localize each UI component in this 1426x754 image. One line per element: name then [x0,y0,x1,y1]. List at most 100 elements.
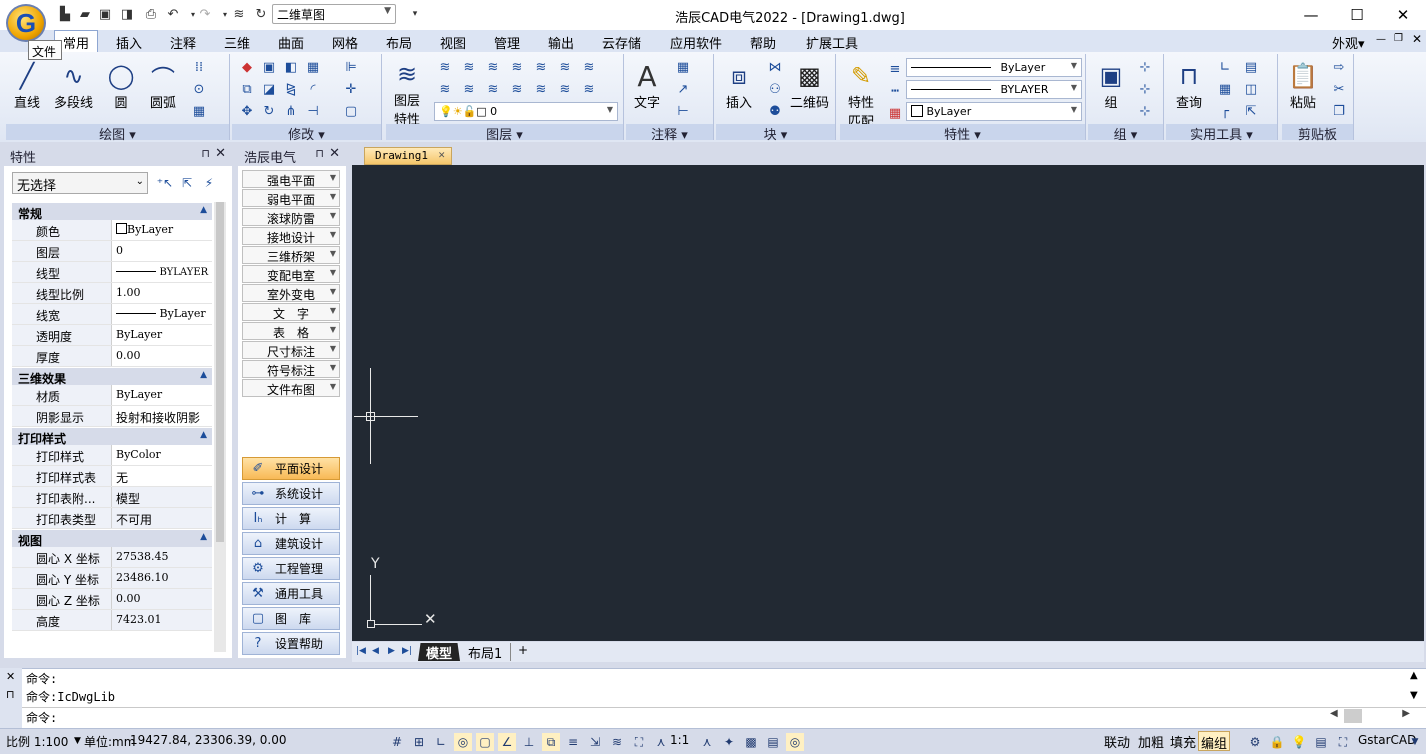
list-icon[interactable]: ▤ [1242,58,1260,76]
prop-row[interactable]: 圆心 Y 坐标 23486.10 [12,568,212,589]
layer-properties-button[interactable]: ≋ 图层 特性 [392,58,422,128]
status-btn-bold[interactable]: 加粗 [1136,731,1166,751]
prop-row[interactable]: 打印样式表无 [12,466,212,487]
match-properties-button[interactable]: ✎ 特性 匹配 [846,60,876,130]
block-group-label[interactable]: 块 ▾ [716,124,835,143]
save-icon[interactable]: ▣ [96,5,114,23]
lock-icon[interactable]: 🔒 [1268,733,1286,751]
color-select[interactable]: ByLayer ▼ [906,102,1082,121]
elec-item[interactable]: 变配电室 ▼ [242,265,340,283]
mirror-icon[interactable]: ⧎ [282,80,300,98]
grid-snap-icon[interactable]: # [388,733,406,751]
scale-readout[interactable]: 比例 1:100 [6,733,68,750]
arc-button[interactable]: ⌒ 圆弧 [148,60,178,112]
status-btn-link[interactable]: 联动 [1102,731,1132,751]
prop-row[interactable]: 打印样式 ByColor [12,445,212,466]
prop-row[interactable]: 圆心 X 坐标 27538.45 [12,547,212,568]
status-btn-group[interactable]: 编组 [1198,731,1231,752]
ungroup-icon[interactable]: ⊹ [1136,58,1154,76]
select-objects-icon[interactable]: ⇱ [178,174,196,192]
new-file-icon[interactable]: ▙ [56,5,74,23]
annotation-monitor-icon[interactable]: ⛶ [630,733,648,751]
ortho-icon[interactable]: ∟ [432,733,450,751]
section-3d-effects[interactable]: 三维效果 ▲ [12,367,212,386]
layer-tool-icon[interactable]: ≋ [556,58,574,76]
section-view[interactable]: 视图 ▲ [12,529,212,548]
layer-tool-icon[interactable]: ≋ [532,58,550,76]
circle-button[interactable]: ◯ 圆 [106,60,136,111]
pin-icon[interactable]: ⊓ [6,688,15,701]
refresh-icon[interactable]: ↻ [252,5,270,23]
doc-close-icon[interactable]: ✕ [1412,32,1422,46]
command-hscroll[interactable]: ◀ ▶ [1330,708,1410,724]
modify-group-label[interactable]: 修改 ▾ [232,124,381,143]
annotation-scale-icon[interactable]: ⋏ [652,733,670,751]
attribute-icon[interactable]: ⚉ [766,102,784,120]
menu-insert[interactable]: 插入 [108,32,150,52]
edit-block-icon[interactable]: ⚇ [766,80,784,98]
osnap-icon[interactable]: ▢ [476,733,494,751]
polyline-button[interactable]: ∿ 多段线 [54,60,93,111]
menu-output[interactable]: 输出 [540,32,582,52]
pickadd-icon[interactable]: ⁺↖ [156,174,174,192]
extend-icon[interactable]: ⊣ [304,102,322,120]
scrollbar-thumb[interactable] [1344,709,1362,723]
pin-icon[interactable]: ⊓ [201,147,210,160]
prop-row[interactable]: 图层 0 [12,241,212,262]
document-tab[interactable]: Drawing1 ✕ [364,147,452,165]
workspace-select[interactable]: 二维草图 ▼ [272,4,396,24]
prop-row[interactable]: 高度 7423.01 [12,610,212,631]
area-icon[interactable]: ◫ [1242,80,1260,98]
snap-toggle-icon[interactable]: ◎ [786,733,804,751]
erase-icon[interactable]: ◆ [238,58,256,76]
open-folder-icon[interactable]: ▰ [76,5,94,23]
scroll-right-icon[interactable]: ▶ [1402,708,1410,719]
minimize-button[interactable]: — [1288,0,1334,30]
status-btn-fill[interactable]: 填充 [1168,731,1198,751]
prop-row[interactable]: 打印表类型 不可用 [12,508,212,529]
nav-settings-help[interactable]: ? 设置帮助 [242,632,340,655]
prev-layout-icon[interactable]: ◀ [372,646,379,656]
layer-tool-icon[interactable]: ≋ [532,80,550,98]
redo-icon[interactable]: ↷ [196,5,214,23]
explode-icon[interactable]: ▢ [342,102,360,120]
create-block-icon[interactable]: ⋈ [766,58,784,76]
calculator-icon[interactable]: ▦ [1216,80,1234,98]
dynamic-input-icon[interactable]: ⧉ [542,733,560,751]
prop-row[interactable]: 线型比例 1.00 [12,283,212,304]
elec-item[interactable]: 强电平面 ▼ [242,170,340,188]
clean-screen-icon[interactable]: ⛶ [1334,733,1352,751]
text-button[interactable]: A 文字 [632,60,662,112]
tab-add[interactable]: + [510,643,536,661]
paste-button[interactable]: 📋 粘贴 [1288,60,1318,111]
utilities-group-label[interactable]: 实用工具 ▾ [1166,124,1277,143]
prop-row[interactable]: 打印表附... 模型 [12,487,212,508]
workspace-switch-icon[interactable]: ▩ [742,733,760,751]
tab-model[interactable]: 模型 [418,643,461,661]
point-style-icon[interactable]: ┌ [1216,102,1234,120]
tab-layout1[interactable]: 布局1 [460,643,512,662]
menu-apps[interactable]: 应用软件 [662,32,730,52]
prop-row[interactable]: 厚度 0.00 [12,346,212,367]
layer-tool-icon[interactable]: ≋ [556,80,574,98]
nav-plan-design[interactable]: ✐ 平面设计 [242,457,340,480]
menu-view[interactable]: 视图 [432,32,474,52]
isolate-icon[interactable]: 💡 [1290,733,1308,751]
prop-row[interactable]: 线宽 ByLayer [12,304,212,325]
status-menu-icon[interactable]: ▼ [1406,733,1424,751]
undo-icon[interactable]: ↶ [164,5,182,23]
menu-cloud[interactable]: 云存储 [594,32,649,52]
elec-item[interactable]: 弱电平面 ▼ [242,189,340,207]
first-layout-icon[interactable]: |◀ [356,646,366,656]
annotation-visibility-icon[interactable]: ⋏ [698,733,716,751]
copy-clip-icon[interactable]: ⇨ [1330,58,1348,76]
trim-icon[interactable]: ⋔ [282,102,300,120]
pin-icon[interactable]: ⊓ [315,147,324,160]
elec-item[interactable]: 接地设计 ▼ [242,227,340,245]
app-logo-icon[interactable]: G [6,4,46,42]
layer-tool-icon[interactable]: ≋ [508,80,526,98]
prop-row[interactable]: 阴影显示 投射和接收阴影 [12,406,212,427]
prop-row[interactable]: 材质 ByLayer [12,385,212,406]
drawing-canvas[interactable] [352,165,1424,641]
layer-tool-icon[interactable]: ≋ [580,80,598,98]
